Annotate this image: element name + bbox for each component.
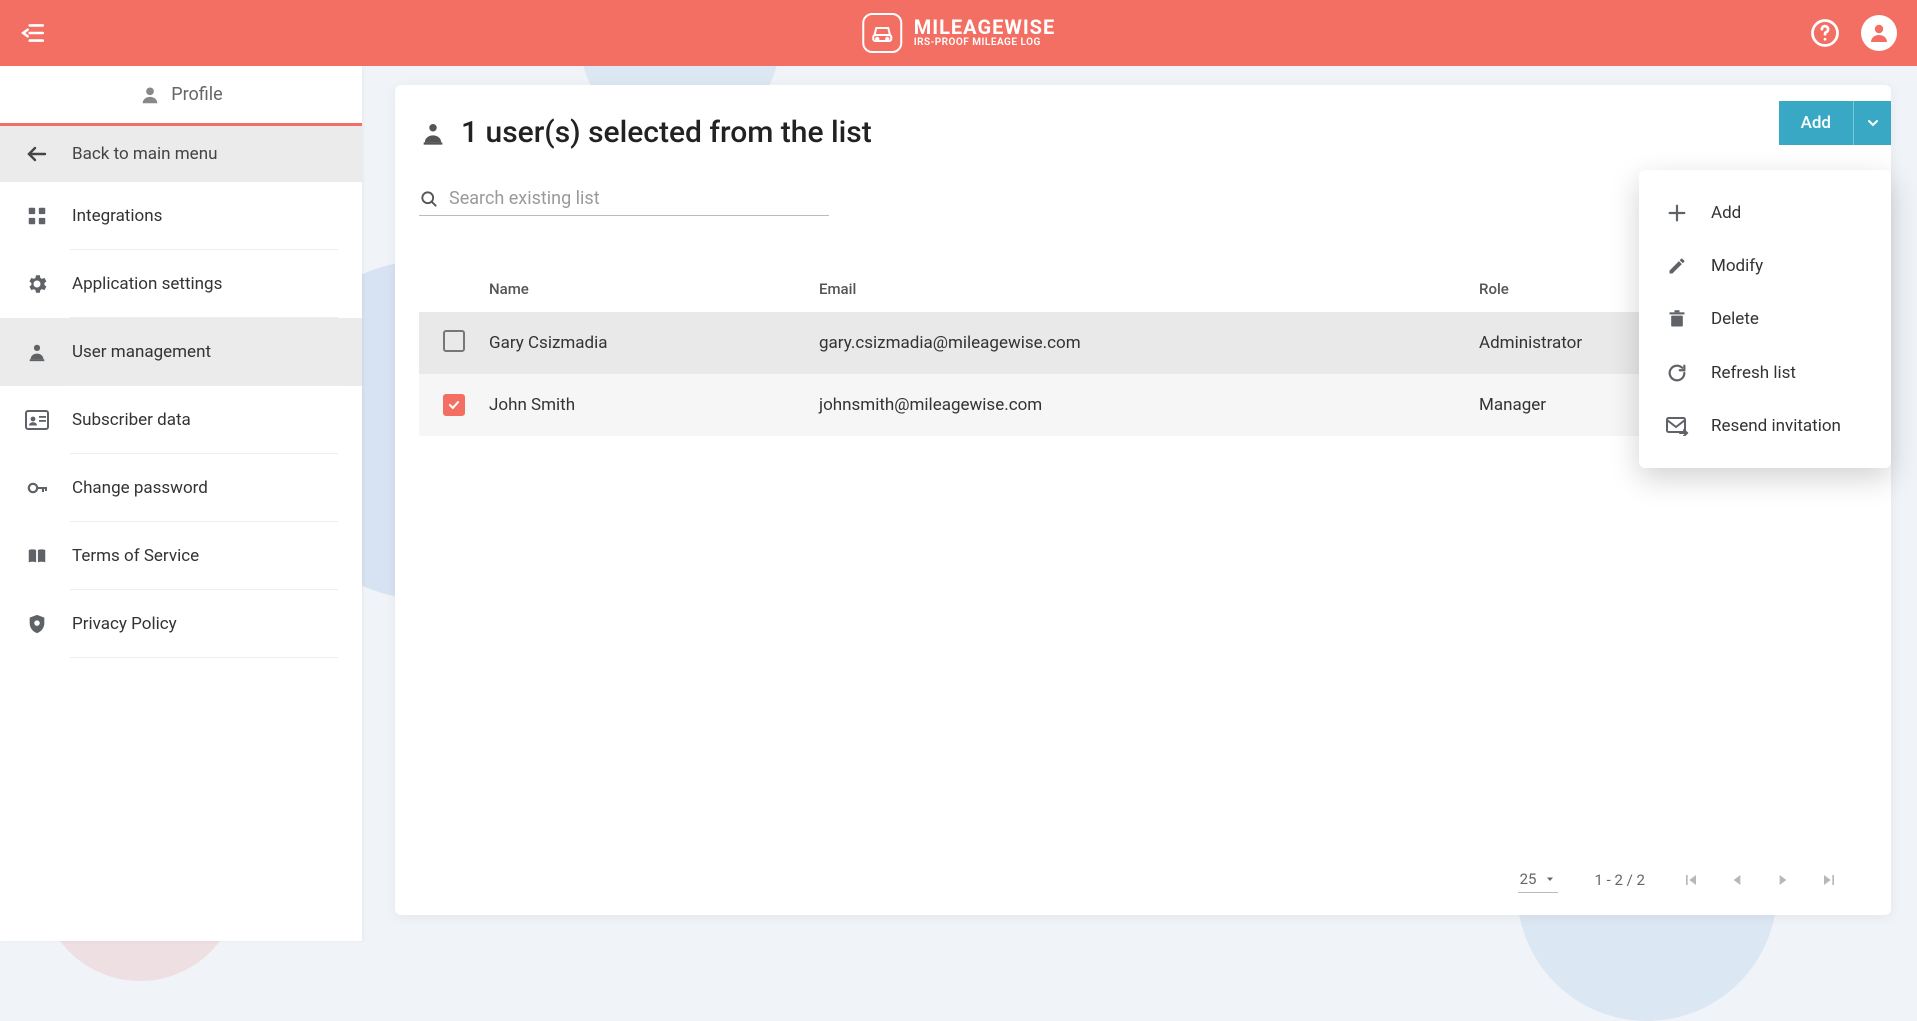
brand-logo-block: MILEAGEWISE IRS-PROOF MILEAGE LOG xyxy=(862,13,1056,53)
sidebar-item-label: Privacy Policy xyxy=(72,614,177,634)
sidebar-back-button[interactable]: Back to main menu xyxy=(0,126,362,182)
menu-item-delete[interactable]: Delete xyxy=(1639,292,1891,346)
menu-item-label: Delete xyxy=(1711,309,1759,329)
add-button-group: Add xyxy=(1779,101,1891,145)
search-input[interactable] xyxy=(449,188,829,209)
shield-icon xyxy=(24,612,50,636)
sidebar-item-label: Change password xyxy=(72,478,208,498)
sidebar-item-change-password[interactable]: Change password xyxy=(0,454,362,522)
menu-item-label: Resend invitation xyxy=(1711,416,1841,436)
brand-logo-icon xyxy=(862,13,902,53)
brand-text: MILEAGEWISE IRS-PROOF MILEAGE LOG xyxy=(914,17,1056,49)
sidebar-profile-label: Profile xyxy=(171,84,222,105)
sidebar-item-label: Integrations xyxy=(72,206,162,226)
collapse-sidebar-button[interactable] xyxy=(20,20,46,46)
search-icon xyxy=(419,189,439,209)
sidebar-item-user-management[interactable]: User management xyxy=(0,318,362,386)
cell-name: John Smith xyxy=(489,395,819,415)
key-icon xyxy=(24,476,50,500)
cell-name: Gary Csizmadia xyxy=(489,333,819,353)
sidebar-item-label: Subscriber data xyxy=(72,410,191,430)
sidebar-back-label: Back to main menu xyxy=(72,144,217,164)
arrow-left-icon xyxy=(24,142,50,166)
sidebar-item-application-settings[interactable]: Application settings xyxy=(0,250,362,318)
user-selected-icon xyxy=(419,119,447,147)
row-checkbox[interactable] xyxy=(443,330,465,352)
sidebar-item-integrations[interactable]: Integrations xyxy=(0,182,362,250)
page-size-value: 25 xyxy=(1520,870,1537,888)
brand-tagline: IRS-PROOF MILEAGE LOG xyxy=(914,38,1056,49)
mail-icon xyxy=(1665,416,1689,436)
menu-item-label: Modify xyxy=(1711,256,1763,276)
gear-icon xyxy=(24,272,50,296)
last-page-button[interactable] xyxy=(1819,870,1839,890)
cell-email: johnsmith@mileagewise.com xyxy=(819,395,1479,415)
id-icon xyxy=(24,410,50,430)
help-button[interactable] xyxy=(1807,15,1843,51)
sidebar-item-terms-of-service[interactable]: Terms of Service xyxy=(0,522,362,590)
menu-item-label: Refresh list xyxy=(1711,363,1796,383)
page-size-select[interactable]: 25 xyxy=(1518,866,1559,893)
sidebar-item-label: Application settings xyxy=(72,274,222,294)
add-button[interactable]: Add xyxy=(1779,101,1853,145)
menu-item-modify[interactable]: Modify xyxy=(1639,240,1891,292)
menu-item-refresh-list[interactable]: Refresh list xyxy=(1639,346,1891,400)
add-dropdown-toggle[interactable] xyxy=(1853,101,1891,145)
book-icon xyxy=(24,545,50,567)
app-header: MILEAGEWISE IRS-PROOF MILEAGE LOG xyxy=(0,0,1917,66)
sidebar-item-label: Terms of Service xyxy=(72,546,199,566)
page-title: 1 user(s) selected from the list xyxy=(461,115,872,150)
sidebar: Profile Back to main menu Integrations Ap… xyxy=(0,66,362,941)
first-page-button[interactable] xyxy=(1681,870,1701,890)
row-checkbox[interactable] xyxy=(443,394,465,416)
brand-name: MILEAGEWISE xyxy=(914,17,1056,38)
prev-page-button[interactable] xyxy=(1727,870,1747,890)
user-icon xyxy=(24,341,50,363)
cell-email: gary.csizmadia@mileagewise.com xyxy=(819,333,1479,353)
col-email: Email xyxy=(819,280,1479,298)
search-field[interactable] xyxy=(419,188,829,216)
grid-icon xyxy=(24,205,50,227)
pencil-icon xyxy=(1665,256,1689,276)
menu-item-label: Add xyxy=(1711,203,1741,223)
sidebar-item-privacy-policy[interactable]: Privacy Policy xyxy=(0,590,362,658)
sidebar-item-label: User management xyxy=(72,342,211,362)
next-page-button[interactable] xyxy=(1773,870,1793,890)
menu-item-add[interactable]: Add xyxy=(1639,186,1891,240)
plus-icon xyxy=(1665,202,1689,224)
page-title-row: 1 user(s) selected from the list xyxy=(419,115,1867,150)
menu-item-resend-invitation[interactable]: Resend invitation xyxy=(1639,400,1891,452)
refresh-icon xyxy=(1665,362,1689,384)
actions-menu: Add Modify Delete Refresh list Resend invita… xyxy=(1639,170,1891,468)
col-name: Name xyxy=(489,280,819,298)
pagination-bar: 25 1 - 2 / 2 xyxy=(419,850,1867,897)
page-range: 1 - 2 / 2 xyxy=(1594,871,1645,889)
sidebar-item-subscriber-data[interactable]: Subscriber data xyxy=(0,386,362,454)
sidebar-profile-header: Profile xyxy=(0,66,362,126)
trash-icon xyxy=(1665,308,1689,330)
account-button[interactable] xyxy=(1861,15,1897,51)
